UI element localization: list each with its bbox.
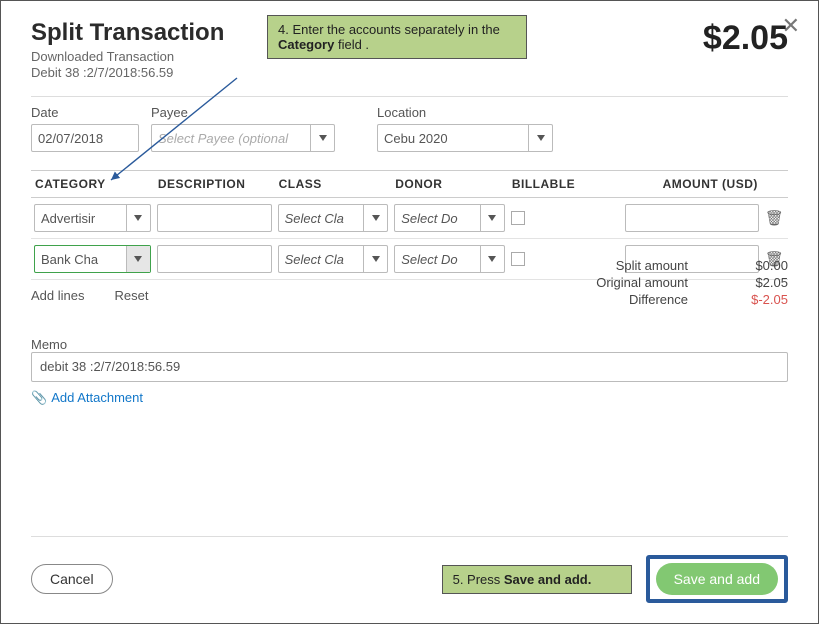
split-amount-value: $0.00 [728,258,788,273]
table-row: Advertisir Select Cla Select Do 🗑 [31,198,788,239]
header-amount: $2.05 [703,19,788,58]
chevron-down-icon[interactable] [126,205,150,231]
payee-label: Payee [151,105,335,120]
original-amount-value: $2.05 [728,275,788,290]
split-amount-label: Split amount [528,258,688,273]
donor-select[interactable]: Select Do [394,204,505,232]
page-subtitle: Downloaded Transaction [31,49,224,64]
col-donor: DONOR [391,171,508,198]
donor-select[interactable]: Select Do [394,245,505,273]
date-input[interactable]: 02/07/2018 [31,124,139,152]
chevron-down-icon[interactable] [480,205,504,231]
add-lines-link[interactable]: Add lines [31,288,84,309]
location-label: Location [377,105,553,120]
date-label: Date [31,105,139,120]
location-select[interactable]: Cebu 2020 [377,124,553,152]
difference-value: $-2.05 [728,292,788,307]
class-select[interactable]: Select Cla [278,245,389,273]
chevron-down-icon[interactable] [480,246,504,272]
billable-checkbox[interactable] [511,211,525,225]
hint-step5: 5. Press Save and add. [442,565,632,594]
save-and-add-button[interactable]: Save and add [656,563,778,595]
chevron-down-icon[interactable] [363,246,387,272]
col-class: CLASS [275,171,392,198]
attachment-icon: 📎 [31,390,47,405]
chevron-down-icon[interactable] [528,125,552,151]
col-billable: BILLABLE [508,171,623,198]
chevron-down-icon[interactable] [310,125,334,151]
class-select[interactable]: Select Cla [278,204,389,232]
difference-label: Difference [528,292,688,307]
reset-link[interactable]: Reset [114,288,148,309]
page-title: Split Transaction [31,19,224,47]
cancel-button[interactable]: Cancel [31,564,113,594]
category-select[interactable]: Bank Cha [34,245,151,273]
description-input[interactable] [157,245,272,273]
memo-label: Memo [31,337,788,352]
trash-icon[interactable]: 🗑 [765,210,784,227]
category-select[interactable]: Advertisir [34,204,151,232]
col-category: CATEGORY [31,171,154,198]
memo-input[interactable]: debit 38 :2/7/2018:56.59 [31,352,788,382]
page-subline: Debit 38 :2/7/2018:56.59 [31,65,224,80]
add-attachment-link[interactable]: Add Attachment [51,390,143,405]
hint-step4: 4. Enter the accounts separately in the … [267,15,527,59]
amount-input[interactable] [625,204,759,232]
col-description: DESCRIPTION [154,171,275,198]
original-amount-label: Original amount [528,275,688,290]
description-input[interactable] [157,204,272,232]
chevron-down-icon[interactable] [126,246,150,272]
col-amount: AMOUNT (USD) [622,171,762,198]
billable-checkbox[interactable] [511,252,525,266]
payee-select[interactable]: Select Payee (optional [151,124,335,152]
chevron-down-icon[interactable] [363,205,387,231]
